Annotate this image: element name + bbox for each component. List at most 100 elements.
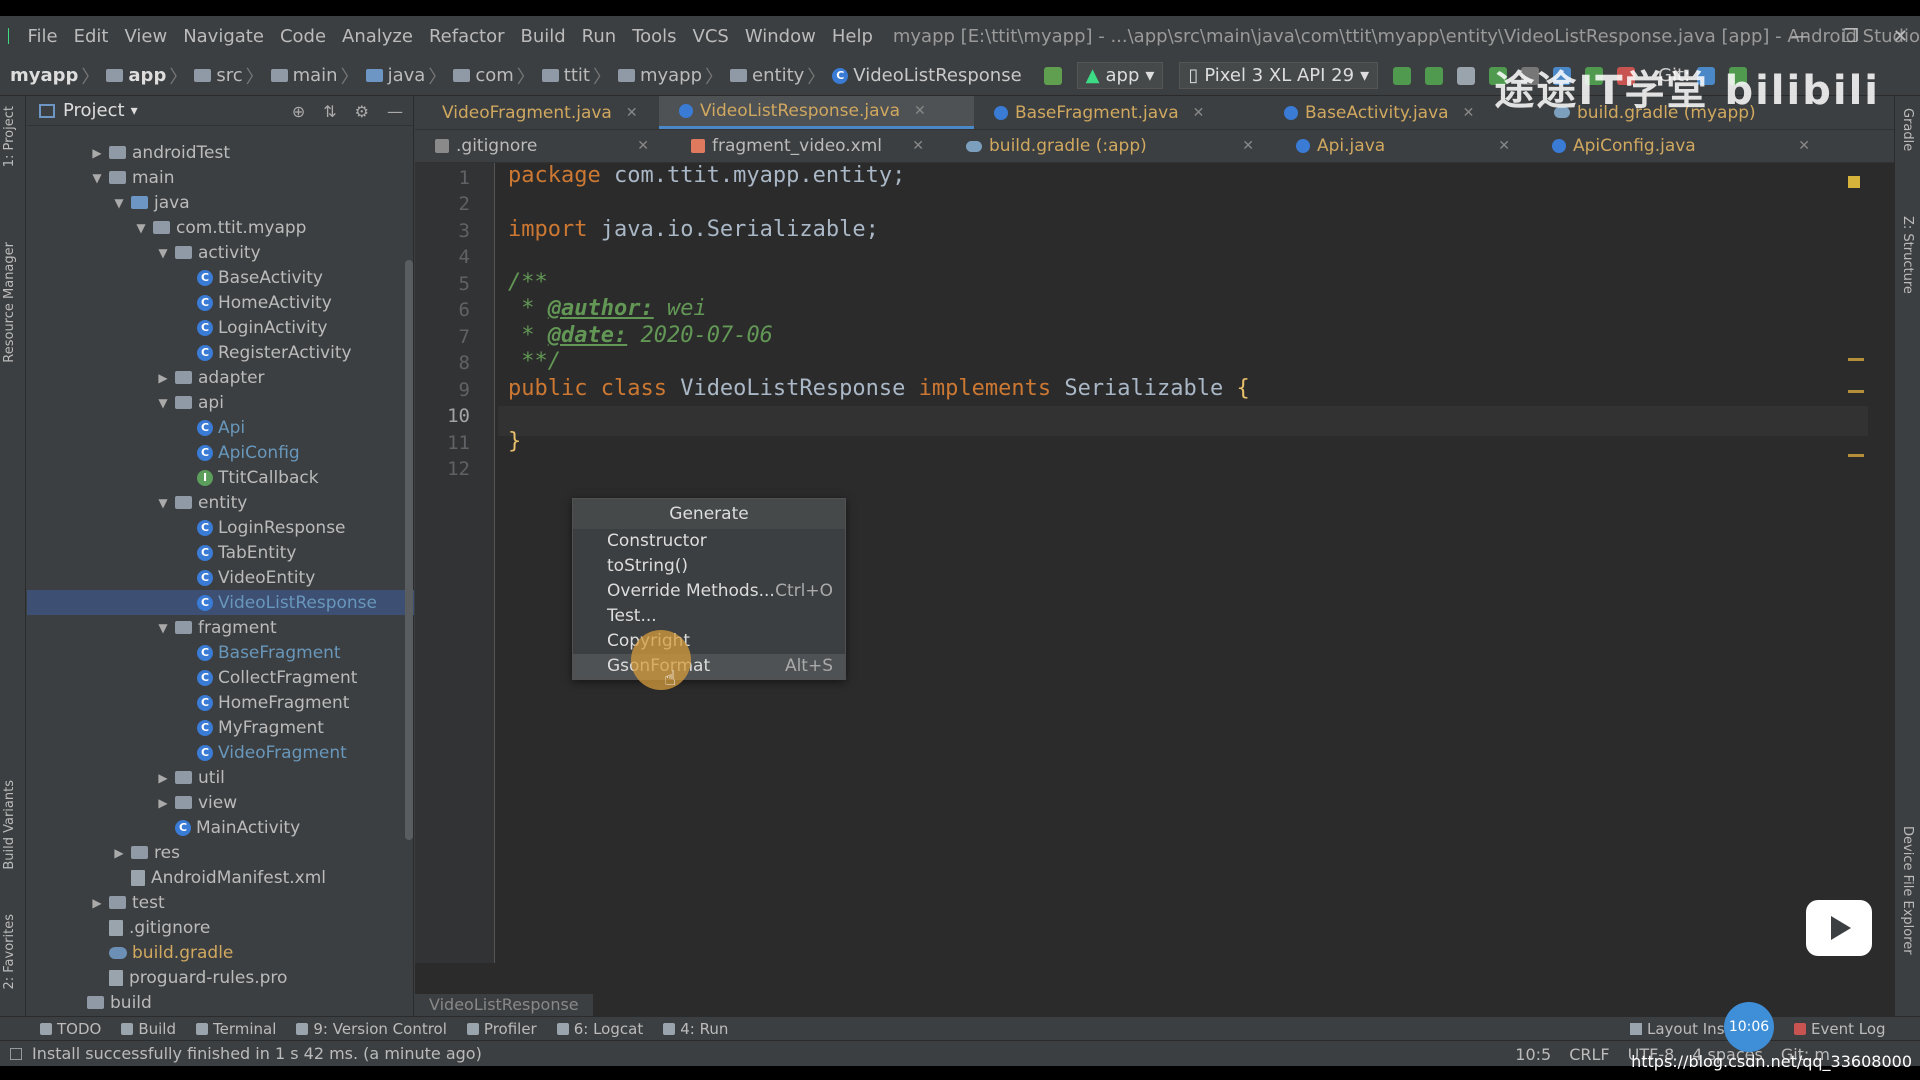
tree-item-util[interactable]: ▶ util xyxy=(27,765,414,790)
tree-item-proguard-rules-pro[interactable]: proguard-rules.pro xyxy=(27,965,414,990)
hide-icon[interactable]: — xyxy=(387,102,403,121)
chevron-down-icon[interactable]: ▼ xyxy=(155,246,171,260)
tree-item-collectfragment[interactable]: C CollectFragment xyxy=(27,665,414,690)
logcat-tab[interactable]: 6: Logcat xyxy=(556,1020,643,1038)
tree-item-basefragment[interactable]: C BaseFragment xyxy=(27,640,414,665)
tree-item-homeactivity[interactable]: C HomeActivity xyxy=(27,290,414,315)
minimize-icon[interactable]: — xyxy=(1791,26,1809,47)
build-variants-tab[interactable]: Build Variants xyxy=(2,780,17,870)
generate-override-methods-item[interactable]: Override Methods... Ctrl+O xyxy=(573,579,845,604)
run-config-select[interactable]: ▲ app ▾ xyxy=(1076,62,1164,89)
error-stripe-marker[interactable] xyxy=(1848,358,1864,361)
apply-changes-icon[interactable] xyxy=(1393,66,1412,85)
tree-item-androidtest[interactable]: ▶ androidTest xyxy=(27,140,414,165)
tree-item-registeractivity[interactable]: C RegisterActivity xyxy=(27,340,414,365)
device-select[interactable]: ▯ Pixel 3 XL API 29 ▾ xyxy=(1179,62,1379,89)
breadcrumb-item[interactable]: com xyxy=(475,65,513,86)
favorites-tab[interactable]: 2: Favorites xyxy=(2,914,17,990)
generate-copyright-item[interactable]: Copyright xyxy=(573,629,845,654)
tree-item-ttitcallback[interactable]: I TtitCallback xyxy=(27,465,414,490)
chevron-right-icon[interactable]: ▶ xyxy=(155,796,171,810)
close-tab-icon[interactable]: ✕ xyxy=(1463,105,1475,121)
profiler-tab[interactable]: Profiler xyxy=(466,1020,537,1038)
chevron-down-icon[interactable]: ▼ xyxy=(155,496,171,510)
status-message[interactable]: Install successfully finished in 1 s 42 … xyxy=(32,1044,482,1063)
breadcrumb-item[interactable]: main xyxy=(293,65,338,86)
tree-item-entity[interactable]: ▼ entity xyxy=(27,490,414,515)
close-icon[interactable]: ✕ xyxy=(1893,26,1908,47)
terminal-tab[interactable]: Terminal xyxy=(195,1020,276,1038)
build-tab[interactable]: Build xyxy=(121,1020,176,1038)
tab-base-fragment[interactable]: BaseFragment.java ✕ xyxy=(974,96,1264,129)
chevron-right-icon[interactable]: ▶ xyxy=(155,371,171,385)
menu-refactor[interactable]: Refactor xyxy=(421,26,513,47)
chevron-right-icon[interactable]: ▶ xyxy=(155,771,171,785)
breadcrumb-item[interactable]: myapp xyxy=(10,65,78,86)
breadcrumb-item[interactable]: src xyxy=(216,65,242,86)
chevron-down-icon[interactable]: ▼ xyxy=(155,396,171,410)
version-control-tab[interactable]: 9: Version Control xyxy=(296,1020,447,1038)
breadcrumb-item[interactable]: myapp xyxy=(640,65,702,86)
tree-item-test[interactable]: ▶ test xyxy=(27,890,414,915)
tree-item-loginactivity[interactable]: C LoginActivity xyxy=(27,315,414,340)
breadcrumb-item[interactable]: app xyxy=(128,65,166,86)
tab-video-fragment[interactable]: VideoFragment.java ✕ xyxy=(415,96,659,129)
close-tab-icon[interactable]: ✕ xyxy=(626,105,638,121)
caret-position[interactable]: 10:5 xyxy=(1515,1045,1551,1064)
chevron-right-icon[interactable]: ▶ xyxy=(89,146,105,160)
generate-constructor-item[interactable]: Constructor xyxy=(573,529,845,554)
tree-item-build-gradle[interactable]: build.gradle xyxy=(27,940,414,965)
tree-item-activity[interactable]: ▼ activity xyxy=(27,240,414,265)
breadcrumb-item[interactable]: java xyxy=(388,65,426,86)
generate-tostring-item[interactable]: toString() xyxy=(573,554,845,579)
menu-navigate[interactable]: Navigate xyxy=(175,26,272,47)
menu-edit[interactable]: Edit xyxy=(66,26,117,47)
chevron-right-icon[interactable]: ▶ xyxy=(111,846,127,860)
project-scrollbar[interactable] xyxy=(405,260,413,840)
breadcrumb-item[interactable]: entity xyxy=(752,65,804,86)
tree-item-main[interactable]: ▼ main xyxy=(27,165,414,190)
project-tool-tab[interactable]: 1: Project xyxy=(2,106,17,167)
tree-item-adapter[interactable]: ▶ adapter xyxy=(27,365,414,390)
tree-item-api[interactable]: ▼ api xyxy=(27,390,414,415)
tree-item-view[interactable]: ▶ view xyxy=(27,790,414,815)
close-tab-icon[interactable]: ✕ xyxy=(1193,105,1205,121)
close-tab-icon[interactable]: ✕ xyxy=(1242,138,1254,154)
error-stripe-marker[interactable] xyxy=(1848,390,1864,393)
inspection-status-icon[interactable] xyxy=(1848,176,1860,188)
chevron-down-icon[interactable]: ▼ xyxy=(111,196,127,210)
menu-code[interactable]: Code xyxy=(272,26,334,47)
tree-item-tabentity[interactable]: C TabEntity xyxy=(27,540,414,565)
menu-run[interactable]: Run xyxy=(574,26,625,47)
event-log-tab[interactable]: Event Log xyxy=(1794,1020,1886,1038)
close-tab-icon[interactable]: ✕ xyxy=(1498,138,1510,154)
apply-code-changes-icon[interactable] xyxy=(1425,66,1444,85)
tree-item-myfragment[interactable]: C MyFragment xyxy=(27,715,414,740)
tree-item--gitignore[interactable]: .gitignore xyxy=(27,915,414,940)
tree-item-androidmanifest-xml[interactable]: AndroidManifest.xml xyxy=(27,865,414,890)
menu-help[interactable]: Help xyxy=(824,26,881,47)
chevron-down-icon[interactable]: ▼ xyxy=(155,621,171,635)
chevron-down-icon[interactable]: ▼ xyxy=(133,221,149,235)
hammer-icon[interactable] xyxy=(1043,66,1062,85)
tab-fragment-video-xml[interactable]: fragment_video.xml ✕ xyxy=(671,130,946,162)
tab-apiconfig-java[interactable]: ApiConfig.java ✕ xyxy=(1532,130,1832,162)
gradle-tool-tab[interactable]: Gradle xyxy=(1900,108,1915,151)
menu-view[interactable]: View xyxy=(116,26,175,47)
tab-video-list-response[interactable]: VideoListResponse.java ✕ xyxy=(659,96,974,129)
generate-gsonformat-item[interactable]: GsonFormatAlt+S xyxy=(573,654,845,679)
generate-test-item[interactable]: Test... xyxy=(573,604,845,629)
tree-item-java[interactable]: ▼ java xyxy=(27,190,414,215)
editor-breadcrumb[interactable]: VideoListResponse xyxy=(415,994,593,1016)
device-file-explorer-tab[interactable]: Device File Explorer xyxy=(1900,826,1915,955)
chevron-down-icon[interactable]: ▼ xyxy=(89,171,105,185)
layout-inspector-tab[interactable]: Layout Insp xyxy=(1630,1020,1734,1038)
error-stripe-marker[interactable] xyxy=(1848,454,1864,457)
menu-build[interactable]: Build xyxy=(512,26,573,47)
restore-icon[interactable]: ❐ xyxy=(1843,26,1859,47)
tree-item-res[interactable]: ▶ res xyxy=(27,840,414,865)
status-toggle-icon[interactable] xyxy=(10,1047,22,1060)
chevron-right-icon[interactable]: ▶ xyxy=(89,896,105,910)
menu-analyze[interactable]: Analyze xyxy=(334,26,421,47)
run-icon[interactable] xyxy=(1457,66,1476,85)
